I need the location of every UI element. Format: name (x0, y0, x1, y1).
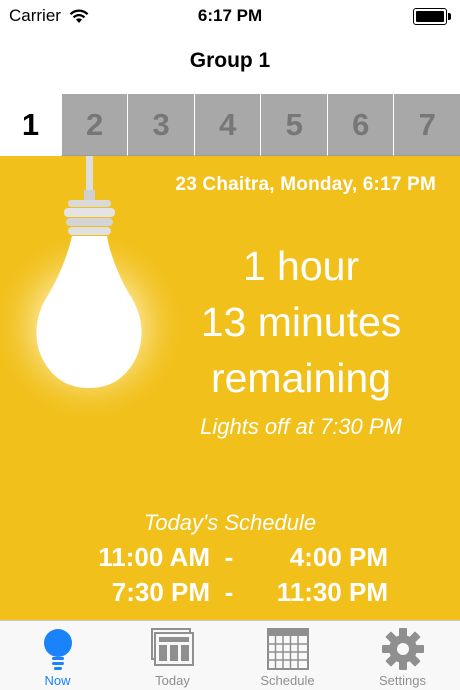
remaining-label: remaining (210, 355, 392, 401)
group-tab-2[interactable]: 2 (60, 94, 128, 156)
slot-end: 11:30 PM (276, 577, 388, 607)
slot-separator: - (224, 577, 234, 607)
slot-start: 11:00 AM (98, 542, 210, 572)
tab-bar: Now Today Schedule Settings (0, 620, 460, 690)
battery-icon (413, 8, 451, 25)
remaining-minutes: 13 minutes (200, 299, 402, 345)
tab-today-label: Today (155, 673, 190, 688)
group-tab-4[interactable]: 4 (193, 94, 261, 156)
tab-settings-label: Settings (379, 673, 426, 688)
tab-now[interactable]: Now (0, 621, 115, 690)
navigation-bar: Group 1 (0, 32, 460, 94)
group-tab-1[interactable]: 1 (0, 94, 61, 156)
status-bar: Carrier 6:17 PM (0, 0, 460, 32)
schedule-slot: 11:00 AM - 4:00 PM (68, 542, 388, 573)
group-tab-5[interactable]: 5 (260, 94, 327, 156)
tab-schedule-label: Schedule (260, 673, 315, 688)
remaining-hours: 1 hour (242, 243, 360, 289)
group-tabs: 1 2 3 4 5 6 7 (0, 94, 460, 156)
group-tab-6[interactable]: 6 (326, 94, 394, 156)
calendar-icon (266, 628, 309, 670)
lights-off-time: Lights off at 7:30 PM (200, 414, 402, 439)
group-tab-3[interactable]: 3 (127, 94, 194, 156)
time-remaining: 1 hour 13 minutes remaining (170, 238, 432, 406)
tab-today[interactable]: Today (115, 621, 230, 690)
tab-schedule[interactable]: Schedule (230, 621, 345, 690)
light-bulb-icon (43, 629, 72, 670)
now-panel: 23 Chaitra, Monday, 6:17 PM 1 hour 13 mi… (0, 156, 460, 620)
schedule-title: Today's Schedule (143, 510, 317, 535)
slot-separator: - (224, 542, 234, 572)
tab-now-label: Now (44, 673, 71, 688)
schedule-slot: 7:30 PM - 11:30 PM (68, 577, 388, 608)
page-title: Group 1 (189, 49, 271, 72)
group-tab-7[interactable]: 7 (393, 94, 460, 156)
status-time: 6:17 PM (197, 6, 263, 25)
newspaper-icon (150, 628, 194, 666)
slot-start: 7:30 PM (111, 577, 210, 607)
gear-icon (381, 628, 424, 670)
slot-end: 4:00 PM (289, 542, 388, 572)
tab-settings[interactable]: Settings (345, 621, 460, 690)
current-date-time: 23 Chaitra, Monday, 6:17 PM (175, 174, 436, 195)
